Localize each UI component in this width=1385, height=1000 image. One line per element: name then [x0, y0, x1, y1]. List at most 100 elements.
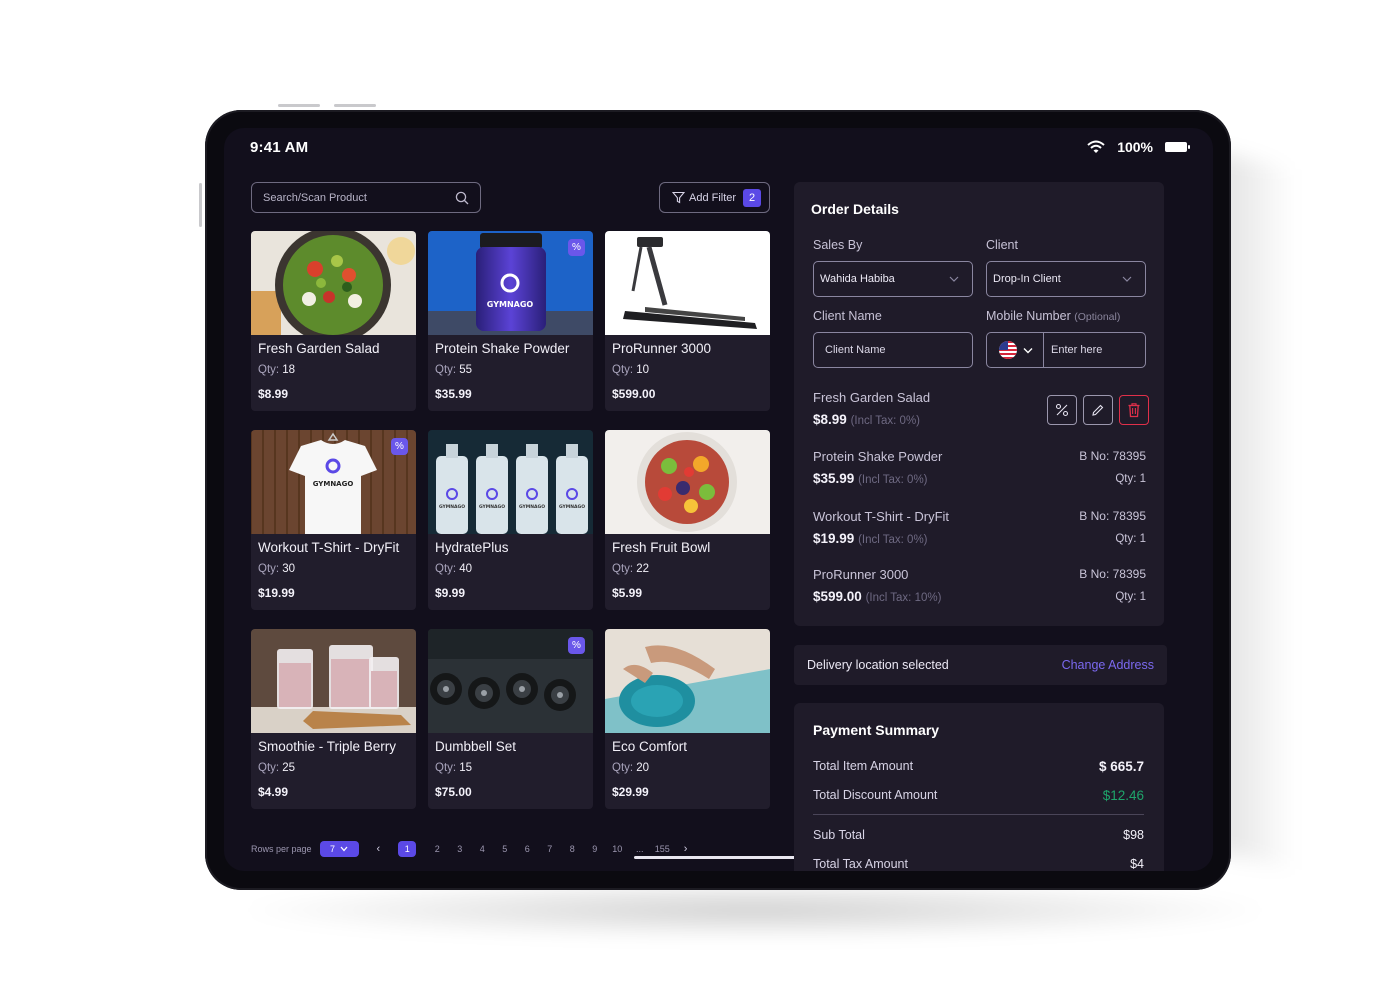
- order-item-batch-number: B No: 78395: [1079, 567, 1146, 581]
- search-input[interactable]: [252, 183, 480, 212]
- edit-button[interactable]: [1083, 395, 1113, 425]
- pencil-icon: [1092, 404, 1104, 416]
- product-name: Eco Comfort: [612, 739, 688, 754]
- product-price: $35.99: [435, 387, 472, 401]
- order-item-tax: (Incl Tax: 10%): [865, 592, 942, 604]
- order-item-qty: Qty: 1: [1115, 533, 1146, 545]
- product-qty-value: 10: [636, 364, 650, 376]
- sales-by-select[interactable]: Wahida Habiba: [813, 261, 973, 297]
- product-name: HydratePlus: [435, 540, 509, 555]
- client-label: Client: [986, 238, 1018, 252]
- chevron-down-icon: [949, 276, 959, 282]
- order-item-qty: Qty: 1: [1115, 473, 1146, 485]
- svg-text:GYMNAGO: GYMNAGO: [559, 504, 585, 510]
- side-button: [199, 183, 202, 227]
- product-qty: Qty: 30: [258, 563, 295, 575]
- page-number-button[interactable]: 6: [518, 844, 536, 854]
- product-qty-label: Qty:: [435, 563, 460, 575]
- sales-by-label: Sales By: [813, 238, 863, 252]
- product-card[interactable]: GYMNAGO% Workout T-Shirt - DryFit Qty: 30 $…: [251, 430, 416, 610]
- product-card[interactable]: Eco Comfort Qty: 20 $29.99: [605, 629, 770, 809]
- order-item-price-row: $599.00 (Incl Tax: 10%): [813, 589, 1146, 604]
- product-qty: Qty: 25: [258, 762, 295, 774]
- page-number-button[interactable]: 9: [586, 844, 604, 854]
- product-qty-label: Qty:: [612, 563, 637, 575]
- rows-per-page-select[interactable]: 7: [319, 841, 359, 857]
- search-icon[interactable]: [455, 191, 469, 205]
- page-number-button[interactable]: 10: [608, 844, 626, 854]
- product-price: $8.99: [258, 387, 289, 401]
- next-page-button[interactable]: ›: [684, 843, 688, 855]
- delivery-bar: Delivery location selected Change Addres…: [794, 645, 1167, 685]
- filter-count-badge: 2: [743, 189, 761, 207]
- country-code-select[interactable]: [987, 333, 1044, 367]
- sub-total-row: Sub Total $98: [813, 828, 1144, 842]
- status-right: 100%: [1087, 139, 1190, 155]
- product-image: [251, 629, 416, 733]
- product-image: GYMNAGO%: [251, 430, 416, 534]
- pagination-ellipsis: ...: [635, 844, 644, 854]
- page-number-button[interactable]: 7: [541, 844, 559, 854]
- change-address-link[interactable]: Change Address: [1062, 658, 1154, 672]
- svg-text:GYMNAGO: GYMNAGO: [487, 300, 534, 309]
- order-item-batch-number: B No: 78395: [1079, 509, 1146, 523]
- add-filter-button[interactable]: Add Filter 2: [659, 182, 770, 213]
- delete-button[interactable]: [1119, 395, 1149, 425]
- product-price: $599.00: [612, 387, 656, 401]
- order-details-title: Order Details: [811, 201, 899, 217]
- product-grid: Fresh Garden Salad Qty: 18 $8.99 GYMNAGO% Pr…: [251, 231, 771, 809]
- order-item-price-row: $35.99 (Incl Tax: 0%): [813, 471, 1146, 486]
- page-number-button[interactable]: 2: [428, 844, 446, 854]
- discount-badge-icon: %: [568, 637, 585, 654]
- product-card[interactable]: Fresh Garden Salad Qty: 18 $8.99: [251, 231, 416, 411]
- us-flag-icon: [998, 341, 1017, 359]
- client-name-field[interactable]: [813, 332, 973, 368]
- mobile-number-field[interactable]: [986, 332, 1146, 368]
- product-price: $9.99: [435, 586, 466, 600]
- product-card[interactable]: GYMNAGO GYMNAGO GYMNAGO GYMNAGO HydratePlus Q…: [428, 430, 593, 610]
- product-card[interactable]: Smoothie - Triple Berry Qty: 25 $4.99: [251, 629, 416, 809]
- status-time: 9:41 AM: [250, 139, 309, 156]
- product-price: $29.99: [612, 785, 649, 799]
- product-card[interactable]: % Dumbbell Set Qty: 15 $75.00: [428, 629, 593, 809]
- product-qty: Qty: 20: [612, 762, 649, 774]
- product-card[interactable]: Fresh Fruit Bowl Qty: 22 $5.99: [605, 430, 770, 610]
- total-item-amount-row: Total Item Amount $ 665.7: [813, 759, 1144, 774]
- screen: 9:41 AM 100% Add Filter 2 Fresh Garden S…: [224, 128, 1213, 871]
- product-card[interactable]: GYMNAGO% Protein Shake Powder Qty: 55 $35.9…: [428, 231, 593, 411]
- client-select[interactable]: Drop-In Client: [986, 261, 1146, 297]
- client-name-input[interactable]: [814, 333, 972, 367]
- product-name: Fresh Fruit Bowl: [612, 540, 711, 555]
- order-item: ProRunner 3000 $599.00 (Incl Tax: 10%) B N…: [813, 567, 1146, 604]
- rows-per-page-label: Rows per page: [251, 844, 312, 854]
- search-box[interactable]: [251, 182, 481, 213]
- total-discount-amount-label: Total Discount Amount: [813, 788, 938, 802]
- svg-text:GYMNAGO: GYMNAGO: [439, 504, 465, 510]
- order-details-panel: Order Details Sales By Client Wahida Hab…: [794, 182, 1164, 626]
- item-actions: [1047, 395, 1149, 425]
- home-indicator: [634, 856, 802, 859]
- prev-page-button[interactable]: ‹: [377, 843, 381, 855]
- mobile-number-input[interactable]: [1044, 333, 1145, 367]
- product-image: [605, 629, 770, 733]
- product-image: [251, 231, 416, 335]
- product-qty-value: 20: [636, 762, 650, 774]
- stage: 9:41 AM 100% Add Filter 2 Fresh Garden S…: [0, 0, 1385, 1000]
- order-item-price: $599.00: [813, 589, 862, 604]
- discount-badge-icon: %: [568, 239, 585, 256]
- page-number-button[interactable]: 4: [473, 844, 491, 854]
- product-card[interactable]: ProRunner 3000 Qty: 10 $599.00: [605, 231, 770, 411]
- page-number-button[interactable]: 5: [496, 844, 514, 854]
- discount-button[interactable]: [1047, 395, 1077, 425]
- page-number-button[interactable]: 3: [451, 844, 469, 854]
- svg-text:GYMNAGO: GYMNAGO: [519, 504, 545, 510]
- page-number-button[interactable]: 1: [398, 841, 417, 857]
- sales-by-value: Wahida Habiba: [820, 273, 895, 285]
- rows-per-page-value: 7: [330, 844, 336, 854]
- page-number-button[interactable]: 155: [653, 844, 671, 854]
- product-price: $19.99: [258, 586, 295, 600]
- product-qty-value: 18: [282, 364, 296, 376]
- total-tax-amount-row: Total Tax Amount $4: [813, 857, 1144, 871]
- page-number-button[interactable]: 8: [563, 844, 581, 854]
- total-item-amount-label: Total Item Amount: [813, 759, 914, 773]
